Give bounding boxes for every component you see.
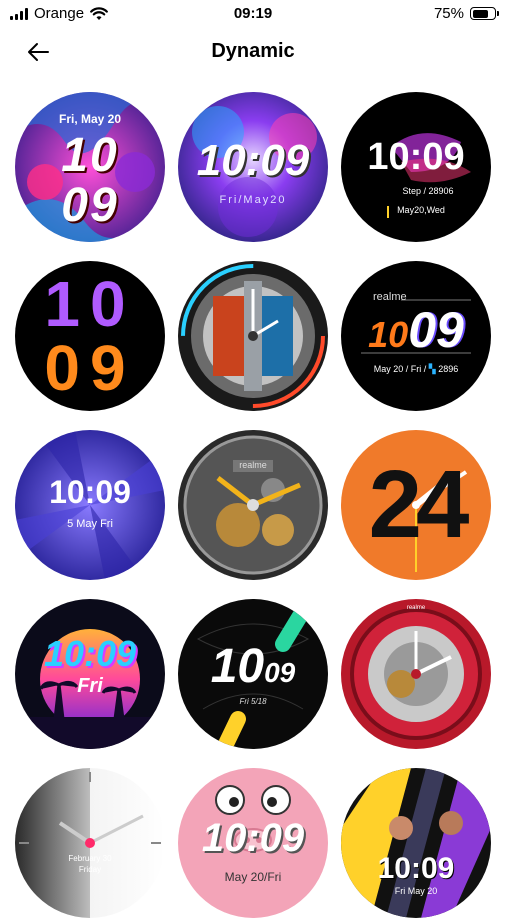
watch-face-8[interactable]: realme <box>178 430 328 580</box>
battery-icon <box>470 7 499 20</box>
watch-face-2[interactable]: 10:09 Fri/May20 <box>178 92 328 242</box>
watch-face-6[interactable]: realme 10 09 May 20 / Fri / ▚ 2896 <box>341 261 491 411</box>
watch-face-5[interactable] <box>178 261 328 411</box>
status-time: 09:19 <box>233 5 273 22</box>
watch-face-15[interactable]: 10:09 Fri May 20 <box>341 768 491 918</box>
nav-bar: Dynamic <box>0 30 506 74</box>
page-title: Dynamic <box>211 40 295 62</box>
watch-face-12[interactable]: realme <box>341 599 491 749</box>
watch-face-4[interactable]: 10 09 <box>15 261 165 411</box>
watch-face-9[interactable]: 24 <box>341 430 491 580</box>
watch-face-7[interactable]: 10:09 5 May Fri <box>15 430 165 580</box>
watch-face-11[interactable]: 10 09 Fri 5/18 <box>178 599 328 749</box>
battery-percent: 75% <box>433 5 464 22</box>
status-bar: Orange 09:19 75% <box>0 0 506 28</box>
watch-face-10[interactable]: 10:09 Fri <box>15 599 165 749</box>
watch-face-3[interactable]: 10:09 Step / 28906 May20,Wed <box>341 92 491 242</box>
watch-face-14[interactable]: 10:09 May 20/Fri <box>178 768 328 918</box>
watch-face-1[interactable]: Fri, May 20 10 09 <box>15 92 165 242</box>
watch-face-13[interactable]: February 30 Friday <box>15 768 165 918</box>
